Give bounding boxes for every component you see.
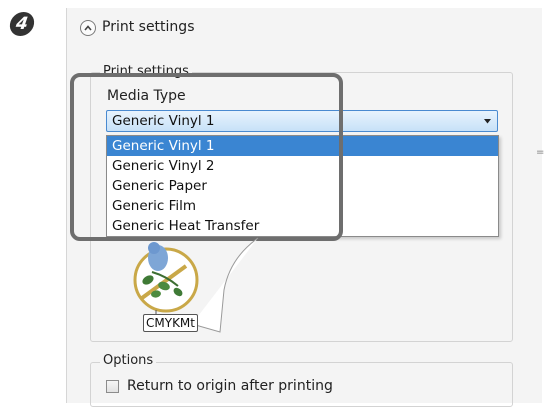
return-to-origin-label[interactable]: Return to origin after printing <box>127 378 333 394</box>
print-settings-title: Print settings <box>102 19 195 35</box>
options-group-label: Options <box>100 353 157 368</box>
chevron-down-icon <box>484 119 491 124</box>
return-to-origin-checkbox[interactable] <box>106 380 119 393</box>
panel-resize-grip-icon[interactable]: = <box>536 148 544 158</box>
chevron-up-icon <box>84 25 92 31</box>
callout-highlight-frame <box>70 73 343 241</box>
step-number-badge: 4 <box>8 12 36 36</box>
collapse-print-settings-button[interactable] <box>80 20 96 36</box>
ink-configuration-label: CMYKMt <box>143 314 198 332</box>
